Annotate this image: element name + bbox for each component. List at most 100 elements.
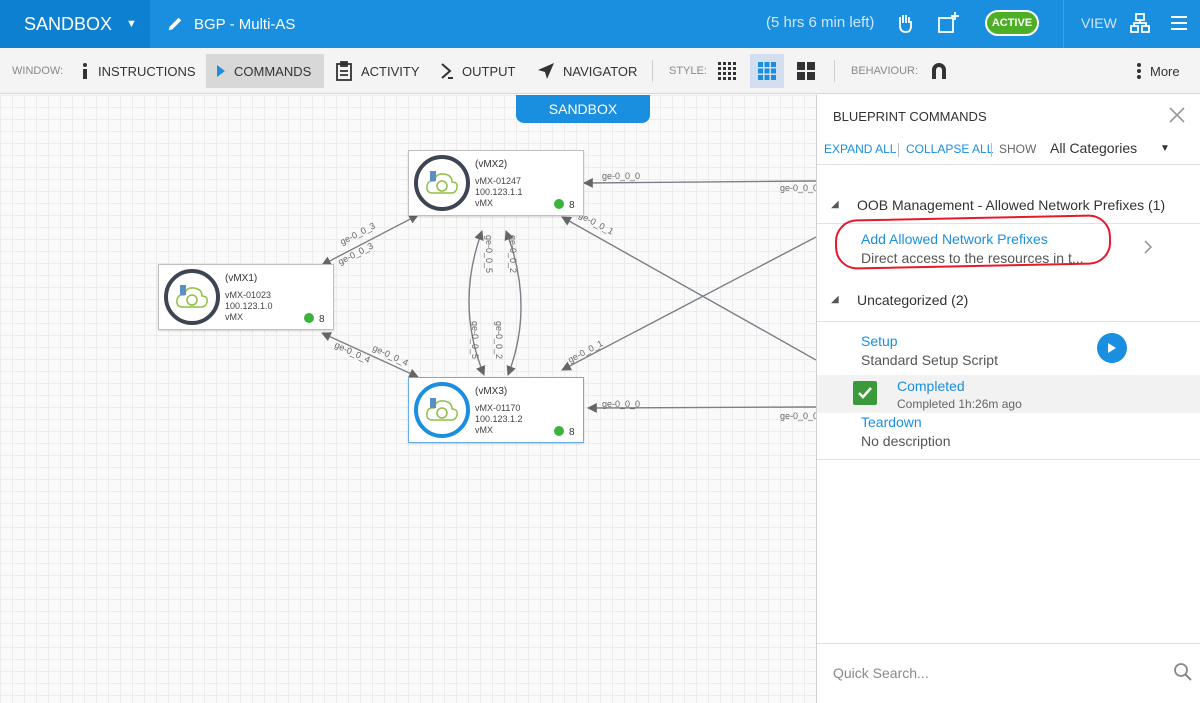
caret-down-icon[interactable]: ▼ — [1160, 143, 1170, 154]
add-resource-icon[interactable] — [935, 10, 961, 36]
link-label: ge-0_0_5 — [470, 321, 480, 359]
instructions-button[interactable]: INSTRUCTIONS — [70, 54, 206, 88]
divider — [817, 459, 1200, 460]
sandbox-menu[interactable]: SANDBOX ▼ — [0, 0, 150, 48]
group-label: OOB Management - Allowed Network Prefixe… — [857, 197, 1166, 213]
style-label: STYLE: — [669, 65, 707, 77]
behaviour-label: BEHAVIOUR: — [851, 65, 919, 77]
device-icon — [414, 155, 470, 211]
quick-search-input[interactable] — [833, 660, 1153, 686]
status-dot — [304, 313, 314, 323]
panel-title: BLUEPRINT COMMANDS — [833, 109, 987, 124]
node-vmx2[interactable]: (vMX2) vMX-01247 100.123.1.1 vMX 8 — [408, 150, 584, 216]
link-label: ge-0_0_0 — [780, 183, 816, 193]
quick-search — [817, 643, 1200, 703]
expand-all-button[interactable]: EXPAND ALL — [824, 142, 896, 156]
list-view-icon[interactable] — [1166, 10, 1192, 36]
link-label: ge-0_0_0 — [780, 411, 816, 421]
node-count: 8 — [569, 427, 575, 438]
link-label: ge-0_0_4 — [333, 340, 372, 365]
commands-button[interactable]: COMMANDS — [206, 54, 324, 88]
activity-label: ACTIVITY — [361, 63, 420, 79]
large-grid-icon — [797, 62, 815, 80]
category-select[interactable]: All Categories — [1050, 140, 1137, 156]
topology-view-icon[interactable] — [1127, 10, 1153, 36]
style-large-grid-button[interactable] — [789, 54, 823, 88]
command-description: Standard Setup Script — [861, 352, 998, 368]
view-label: VIEW — [1081, 15, 1117, 31]
status-dot — [554, 426, 564, 436]
small-grid-icon — [718, 62, 736, 80]
collapse-all-button[interactable]: COLLAPSE ALL — [906, 142, 993, 156]
node-model: vMX — [225, 312, 243, 322]
execution-status-detail: Completed 1h:26m ago — [897, 397, 1022, 411]
node-title: (vMX3) — [475, 386, 508, 397]
node-count: 8 — [319, 314, 325, 325]
chevron-right-icon[interactable] — [1143, 239, 1153, 255]
run-command-button[interactable] — [1097, 333, 1127, 363]
node-ip: 100.123.1.1 — [475, 187, 523, 197]
command-name[interactable]: Teardown — [861, 414, 922, 430]
link-label: ge-0_0_0 — [602, 399, 640, 409]
medium-grid-icon — [758, 62, 776, 80]
commands-label: COMMANDS — [234, 63, 312, 79]
terminal-icon — [441, 63, 453, 79]
activity-button[interactable]: ACTIVITY — [325, 54, 430, 88]
hand-icon[interactable] — [892, 10, 918, 36]
execution-status-label[interactable]: Completed — [897, 378, 965, 394]
node-count: 8 — [569, 200, 575, 211]
link-label: ge-0_0_0 — [602, 171, 640, 181]
kebab-menu-icon — [1137, 63, 1141, 79]
clipboard-icon — [336, 61, 352, 81]
node-name: vMX-01023 — [225, 290, 272, 300]
command-setup[interactable]: Setup Standard Setup Script — [817, 321, 1200, 375]
blueprint-name-label: BGP - Multi-AS — [194, 15, 296, 33]
link-label: ge-0_0_5 — [484, 235, 494, 273]
play-icon — [217, 65, 225, 77]
close-icon[interactable] — [1167, 105, 1187, 125]
more-button[interactable]: More — [1126, 54, 1190, 88]
link-vmx2-diagonal — [561, 216, 816, 361]
collapse-triangle-icon[interactable]: ◢ — [831, 294, 839, 305]
node-name: vMX-01170 — [475, 403, 521, 413]
blueprint-commands-panel: BLUEPRINT COMMANDS EXPAND ALL COLLAPSE A… — [816, 95, 1200, 703]
info-icon — [83, 63, 87, 79]
command-teardown[interactable]: Teardown No description — [817, 413, 1200, 453]
style-medium-grid-button[interactable] — [750, 54, 784, 88]
output-button[interactable]: OUTPUT — [430, 54, 525, 88]
pencil-icon — [168, 17, 182, 31]
behaviour-magnet-button[interactable] — [922, 54, 956, 88]
navigator-label: NAVIGATOR — [563, 63, 638, 79]
instructions-label: INSTRUCTIONS — [98, 63, 196, 79]
divider — [1063, 0, 1064, 48]
node-vmx1[interactable]: (vMX1) vMX-01023 100.123.1.0 vMX 8 — [158, 264, 334, 330]
show-label: SHOW — [999, 142, 1037, 156]
node-name: vMX-01247 — [475, 176, 522, 186]
style-small-grid-button[interactable] — [710, 54, 744, 88]
link-label: ge-0_0_2 — [508, 235, 518, 273]
link-label: ge-0_0_2 — [494, 321, 504, 359]
panel-actions: EXPAND ALL COLLAPSE ALL SHOW All Categor… — [817, 137, 1200, 165]
output-label: OUTPUT — [462, 63, 516, 79]
node-ip: 100.123.1.2 — [475, 414, 523, 424]
sandbox-tab: SANDBOX — [516, 95, 650, 123]
group-label: Uncategorized (2) — [857, 292, 969, 308]
status-badge: ACTIVE — [985, 10, 1039, 36]
node-model: vMX — [475, 198, 493, 208]
navigator-button[interactable]: NAVIGATOR — [527, 54, 647, 88]
time-left: (5 hrs 6 min left) — [766, 14, 875, 31]
node-vmx3[interactable]: (vMX3) vMX-01170 100.123.1.2 vMX 8 — [408, 377, 584, 443]
play-icon — [1108, 343, 1116, 353]
blueprint-name[interactable]: BGP - Multi-AS — [166, 0, 295, 48]
search-icon[interactable] — [1173, 662, 1193, 682]
collapse-triangle-icon[interactable]: ◢ — [831, 199, 839, 210]
node-title: (vMX1) — [225, 273, 258, 284]
magnet-icon — [932, 63, 946, 79]
command-name[interactable]: Setup — [861, 333, 898, 349]
topology-canvas[interactable]: ge-0_0_3 ge-0_0_3 ge-0_0_4 ge-0_0_4 ge-0… — [0, 95, 816, 703]
annotation-highlight — [834, 214, 1112, 270]
toolbar: WINDOW: INSTRUCTIONS COMMANDS ACTIVITY O… — [0, 48, 1200, 94]
caret-down-icon: ▼ — [126, 18, 137, 30]
divider — [898, 143, 899, 157]
command-execution-status[interactable]: Completed Completed 1h:26m ago — [817, 375, 1200, 413]
